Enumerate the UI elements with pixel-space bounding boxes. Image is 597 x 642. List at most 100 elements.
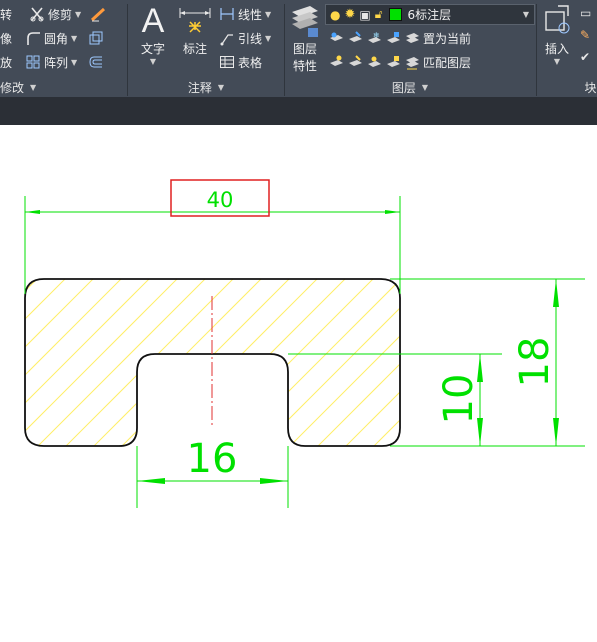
match-layer-button[interactable]: 匹配图层 [423, 54, 471, 71]
set-current-icon[interactable] [404, 30, 420, 46]
layer-unisolate-icon[interactable] [347, 54, 363, 70]
text-dropdown-icon[interactable]: ▼ [136, 57, 170, 66]
layer-lock-tool-icon[interactable] [385, 30, 401, 46]
layer-properties-label-2: 特性 [292, 59, 317, 73]
linear-button[interactable]: 线性 [238, 6, 262, 23]
block-attribute-icon[interactable]: ✔ [580, 50, 597, 72]
drawing-svg: 40 16 18 10 [24, 179, 597, 508]
trim-button[interactable]: 修剪 [48, 6, 72, 23]
linear-icon[interactable] [219, 6, 235, 22]
separator [536, 4, 537, 96]
insert-block-button[interactable]: 插入 ▼ [540, 4, 574, 68]
layer-tools-row-1: ❄ 置为当前 [328, 28, 471, 48]
create-block-icon[interactable]: ▭ [580, 6, 597, 28]
hatch-line [416, 260, 597, 460]
hatch-line [25, 279, 197, 446]
linear-dropdown-icon[interactable]: ▼ [265, 10, 271, 19]
insert-dropdown-icon[interactable]: ▼ [540, 57, 574, 66]
current-layer-name: 6标注层 [407, 8, 452, 22]
array-icon[interactable] [25, 54, 41, 70]
hatch-pattern [25, 260, 597, 460]
hatch-line [25, 279, 29, 446]
annotation-panel-dropdown-icon[interactable]: ▼ [218, 83, 224, 92]
modify-row-1: 转 修剪 ▼ [0, 4, 106, 24]
insert-label: 插入 [544, 42, 569, 56]
annotation-panel-label: 注释 [187, 80, 212, 95]
modify-row-3: 放 阵列 ▼ [0, 52, 104, 72]
layer-sun-icon[interactable]: ✹ [344, 7, 355, 22]
match-layer-icon[interactable] [404, 54, 420, 70]
layer-off-icon[interactable] [328, 54, 344, 70]
table-icon[interactable] [219, 54, 235, 70]
svg-text:❄: ❄ [373, 31, 380, 40]
layers-panel-title[interactable]: 图层 ▼ [285, 77, 535, 97]
dimension-button[interactable]: 标注 [176, 4, 214, 68]
table-button[interactable]: 表格 [238, 54, 262, 71]
layer-properties-button[interactable]: 图层 特性 [288, 4, 322, 73]
leader-button[interactable]: 引线 [238, 30, 262, 47]
layer-viewport-icon[interactable]: ▣ [359, 8, 370, 22]
scale-button[interactable]: 放 [0, 54, 12, 71]
set-current-button[interactable]: 置为当前 [423, 30, 471, 47]
leader-icon[interactable] [219, 30, 235, 46]
modify-row-2: 像 圆角 ▼ [0, 28, 104, 48]
offset-icon[interactable] [88, 54, 104, 70]
modify-panel-dropdown-icon[interactable]: ▼ [30, 83, 36, 92]
layers-panel-label: 图层 [391, 80, 416, 95]
layer-isolate-icon[interactable] [328, 30, 344, 46]
layer-color-swatch[interactable] [388, 8, 402, 21]
dimension-slot-width-text[interactable]: 16 [187, 436, 238, 482]
leader-dropdown-icon[interactable]: ▼ [265, 34, 271, 43]
leader-row: 引线 ▼ [219, 28, 271, 48]
modify-panel-title[interactable]: 修改 ▼ [0, 77, 127, 97]
layer-on-icon[interactable]: ● [330, 8, 340, 22]
hatch-line [387, 279, 400, 446]
modify-panel-label: 修改 [0, 80, 25, 95]
text-label: 文字 [140, 42, 165, 56]
hatch-line [25, 279, 57, 446]
table-row: 表格 [219, 52, 262, 72]
copy-3d-icon[interactable] [88, 30, 104, 46]
text-button[interactable]: A 文字 ▼ [136, 4, 170, 68]
insert-icon [540, 4, 574, 40]
erase-icon[interactable] [90, 6, 106, 22]
dimension-slot-depth-text[interactable]: 10 [436, 374, 482, 425]
annotation-panel-title[interactable]: 注释 ▼ [128, 77, 284, 97]
dimension-height-text[interactable]: 18 [512, 337, 558, 388]
layer-dropdown[interactable]: ● ✹ ▣ 🔓︎ 6标注层 ▼ [325, 4, 535, 25]
rotate-button[interactable]: 转 [0, 6, 12, 23]
layer-dropdown-arrow-icon[interactable]: ▼ [523, 10, 529, 19]
block-tools: ▭ ✎ ✔ [580, 6, 597, 72]
layer-properties-label-1: 图层 [292, 42, 317, 56]
fillet-dropdown-icon[interactable]: ▼ [71, 34, 77, 43]
layer-lock-icon[interactable]: 🔓︎ [375, 7, 383, 22]
dimension-label: 标注 [182, 42, 207, 56]
text-icon: A [141, 2, 165, 40]
block-panel-label: 块 [584, 80, 597, 95]
fillet-button[interactable]: 圆角 [44, 30, 68, 47]
hatch-line [25, 279, 85, 446]
trim-dropdown-icon[interactable]: ▼ [75, 10, 81, 19]
trim-icon[interactable] [29, 6, 45, 22]
layer-unlock-icon[interactable] [385, 54, 401, 70]
array-button[interactable]: 阵列 [44, 54, 68, 71]
array-dropdown-icon[interactable]: ▼ [71, 58, 77, 67]
layers-panel-dropdown-icon[interactable]: ▼ [422, 83, 428, 92]
edit-block-icon[interactable]: ✎ [580, 28, 597, 50]
layer-freeze-icon[interactable]: ❄ [366, 30, 382, 46]
layer-thaw-icon[interactable] [366, 54, 382, 70]
layer-tools-row-2: 匹配图层 [328, 52, 471, 72]
dimension-width-text[interactable]: 40 [207, 188, 234, 212]
hatch-line [584, 260, 597, 460]
mirror-button[interactable]: 像 [0, 30, 12, 47]
ribbon: 转 修剪 ▼ 像 圆角 ▼ 放 阵列 ▼ 修改 ▼ A 文字 ▼ 标注 线性 ▼… [0, 0, 597, 97]
fillet-icon[interactable] [25, 30, 41, 46]
hatch-line [25, 279, 141, 446]
hatch-line [556, 260, 597, 460]
block-panel-title[interactable]: 块 [584, 77, 597, 97]
layer-walk-icon[interactable] [347, 30, 363, 46]
dimension-icon [176, 4, 214, 38]
drawing-canvas[interactable]: 40 16 18 10 [0, 125, 597, 638]
layer-stack-icon [288, 4, 322, 40]
hatch-line [25, 279, 113, 446]
